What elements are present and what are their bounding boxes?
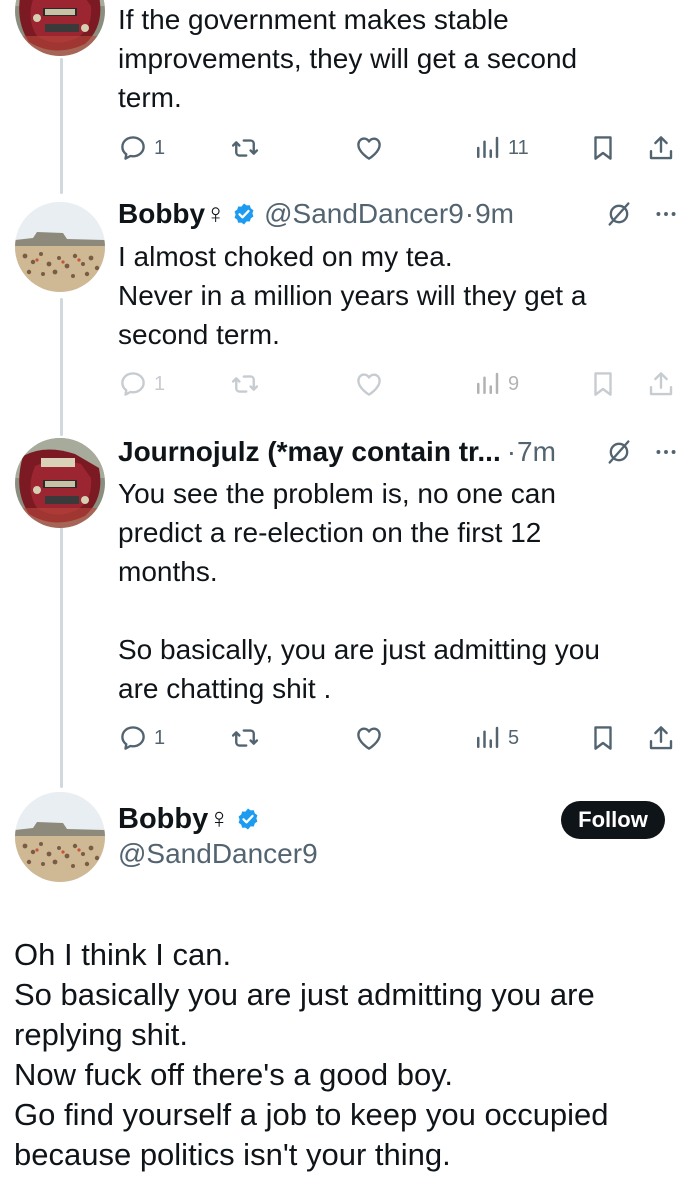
retweet-button[interactable] (230, 130, 260, 166)
display-name[interactable]: Journojulz (*may contain tr... (118, 436, 501, 468)
share-button[interactable] (646, 366, 676, 402)
tweet-text: If the government makes stable improveme… (118, 4, 578, 113)
more-icon[interactable] (653, 201, 679, 227)
like-button[interactable] (354, 366, 384, 402)
display-name[interactable]: Bobby♀ (118, 198, 226, 230)
reply-button[interactable]: 1 (118, 366, 165, 402)
tweet-text: You see the problem is, no one can predi… (118, 478, 600, 704)
reply-button[interactable]: 1 (118, 130, 165, 166)
tweet-actions: 1 5 (118, 720, 678, 756)
share-icon (646, 133, 676, 163)
verified-badge-icon (232, 202, 256, 226)
bookmark-button[interactable] (588, 130, 618, 166)
views-count: 5 (508, 726, 520, 749)
tweet-actions: 1 9 (118, 366, 678, 402)
bookmark-icon (588, 133, 618, 163)
bookmark-icon (588, 723, 618, 753)
retweet-icon (230, 133, 260, 163)
share-button[interactable] (646, 720, 676, 756)
thread-line (60, 516, 63, 788)
tweet-header: Bobby♀ @SandDancer9 · 9m (118, 197, 679, 231)
like-icon (354, 133, 384, 163)
like-icon (354, 723, 384, 753)
reply-icon (118, 133, 148, 163)
like-button[interactable] (354, 720, 384, 756)
thread-line (60, 298, 63, 436)
follow-button[interactable]: Follow (561, 801, 665, 839)
reply-icon (118, 723, 148, 753)
views-icon (472, 369, 502, 399)
views-button[interactable]: 5 (472, 720, 519, 756)
grok-icon[interactable] (605, 438, 633, 466)
timestamp[interactable]: 9m (475, 198, 514, 230)
tweet-header: Journojulz (*may contain tr... · 7m (118, 435, 679, 469)
reply-button[interactable]: 1 (118, 720, 165, 756)
views-icon (472, 133, 502, 163)
bookmark-button[interactable] (588, 366, 618, 402)
views-count: 11 (508, 136, 529, 159)
share-icon (646, 369, 676, 399)
bookmark-icon (588, 369, 618, 399)
handle[interactable]: @SandDancer9 (264, 198, 464, 230)
tweet-text: I almost choked on my tea. Never in a mi… (118, 241, 587, 350)
avatar[interactable] (15, 0, 105, 56)
grok-icon[interactable] (605, 200, 633, 228)
retweet-icon (230, 369, 260, 399)
views-count: 9 (508, 372, 520, 395)
reply-count: 1 (154, 372, 166, 395)
like-button[interactable] (354, 130, 384, 166)
avatar[interactable] (15, 438, 105, 528)
avatar[interactable] (15, 202, 105, 292)
tweet-actions: 1 11 (118, 130, 678, 166)
reply-count: 1 (154, 136, 166, 159)
reply-icon (118, 369, 148, 399)
share-button[interactable] (646, 130, 676, 166)
separator: · (506, 436, 517, 467)
retweet-icon (230, 723, 260, 753)
main-tweet-author: Bobby♀ (118, 800, 268, 838)
retweet-button[interactable] (230, 366, 260, 402)
retweet-button[interactable] (230, 720, 260, 756)
separator: · (464, 198, 475, 229)
views-icon (472, 723, 502, 753)
display-name[interactable]: Bobby♀ (118, 803, 230, 836)
verified-badge-icon (236, 807, 260, 831)
like-icon (354, 369, 384, 399)
more-icon[interactable] (653, 439, 679, 465)
thread-line (60, 58, 63, 194)
share-icon (646, 723, 676, 753)
main-tweet-text: Oh I think I can. So basically you are j… (14, 937, 609, 1172)
timestamp[interactable]: 7m (517, 436, 556, 468)
views-button[interactable]: 11 (472, 130, 529, 166)
reply-count: 1 (154, 726, 166, 749)
avatar[interactable] (15, 792, 105, 882)
views-button[interactable]: 9 (472, 366, 519, 402)
bookmark-button[interactable] (588, 720, 618, 756)
handle[interactable]: @SandDancer9 (118, 838, 318, 870)
